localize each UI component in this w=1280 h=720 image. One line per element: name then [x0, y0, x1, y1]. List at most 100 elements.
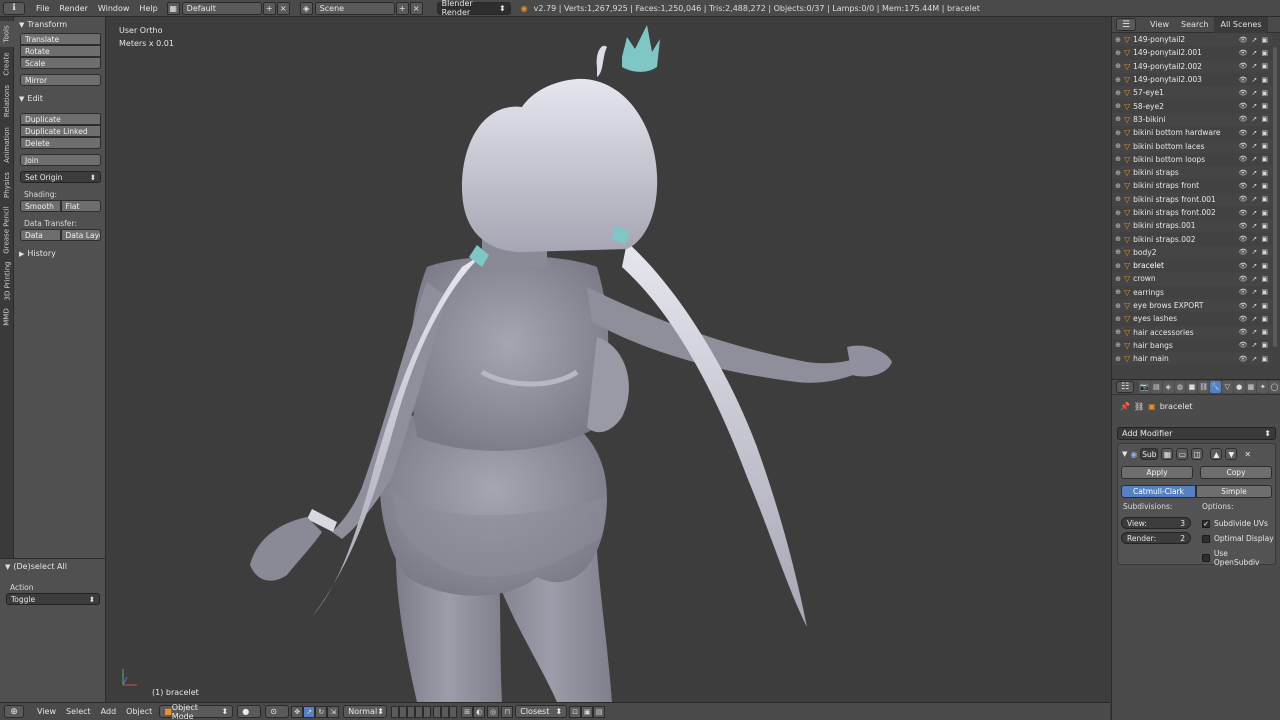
- expand-plus-icon[interactable]: ⊕: [1112, 115, 1124, 123]
- outliner-row[interactable]: ⊕ ▽ eyes lashes 👁 ➚ ▣: [1112, 312, 1272, 325]
- render-engine-select[interactable]: Blender Render ⬍: [436, 0, 511, 17]
- expand-plus-icon[interactable]: ⊕: [1112, 328, 1124, 336]
- outliner-scrollbar[interactable]: [1273, 47, 1277, 347]
- cursor-icon[interactable]: ➚: [1252, 76, 1258, 84]
- expand-plus-icon[interactable]: ⊕: [1112, 248, 1124, 256]
- eye-icon[interactable]: 👁: [1239, 169, 1248, 177]
- cursor-icon[interactable]: ➚: [1252, 195, 1258, 203]
- eye-icon[interactable]: 👁: [1239, 195, 1248, 203]
- outliner-item-name[interactable]: 149-ponytail2.001: [1133, 48, 1238, 57]
- layer-button[interactable]: [441, 705, 450, 718]
- expand-plus-icon[interactable]: ⊕: [1112, 195, 1124, 203]
- cursor-icon[interactable]: ➚: [1252, 182, 1258, 190]
- outliner-item-name[interactable]: 149-ponytail2: [1133, 35, 1238, 44]
- history-panel-header[interactable]: ▶ History: [14, 247, 105, 260]
- eye-icon[interactable]: 👁: [1239, 49, 1248, 57]
- render-tab[interactable]: 📷: [1139, 381, 1151, 393]
- expand-plus-icon[interactable]: ⊕: [1112, 222, 1124, 230]
- opengl-anim-icon[interactable]: ▤: [593, 705, 606, 718]
- outliner-row[interactable]: ⊕ ▽ 149-ponytail2.001 👁 ➚ ▣: [1112, 46, 1272, 59]
- 3d-viewport[interactable]: User Ortho Meters x 0.01 (1) bracelet: [107, 17, 1110, 702]
- expand-plus-icon[interactable]: ⊕: [1112, 302, 1124, 310]
- editor-type-button[interactable]: ☷: [1116, 381, 1135, 393]
- eye-icon[interactable]: 👁: [1239, 76, 1248, 84]
- rotate-button[interactable]: Rotate: [20, 45, 101, 57]
- cursor-icon[interactable]: ➚: [1252, 62, 1258, 70]
- eye-icon[interactable]: 👁: [1239, 142, 1248, 150]
- data-tab[interactable]: ▽: [1221, 381, 1233, 393]
- object-tab[interactable]: ■: [1186, 381, 1198, 393]
- outliner-row[interactable]: ⊕ ▽ bikini straps.002 👁 ➚ ▣: [1112, 232, 1272, 245]
- cursor-icon[interactable]: ➚: [1252, 102, 1258, 110]
- layer-button[interactable]: [423, 705, 432, 718]
- snap-toggle-icon[interactable]: ⊓: [501, 705, 514, 718]
- display-mode-select[interactable]: All Scenes: [1214, 16, 1268, 33]
- rotate-manipulator[interactable]: ↻: [315, 705, 328, 718]
- outliner-item-name[interactable]: 149-ponytail2.002: [1133, 62, 1238, 71]
- apply-button[interactable]: Apply: [1121, 466, 1193, 479]
- operator-panel-header[interactable]: ▼ (De)select All: [0, 560, 105, 573]
- texture-tab[interactable]: ▦: [1245, 381, 1257, 393]
- outliner-item-name[interactable]: bikini straps.002: [1133, 235, 1238, 244]
- scale-manipulator[interactable]: ⇲: [327, 705, 340, 718]
- cursor-icon[interactable]: ➚: [1252, 288, 1258, 296]
- cursor-icon[interactable]: ➚: [1252, 142, 1258, 150]
- layer-button[interactable]: [399, 705, 408, 718]
- edit-panel-header[interactable]: ▼ Edit: [14, 92, 105, 105]
- checkbox[interactable]: [1202, 554, 1210, 562]
- eye-icon[interactable]: 👁: [1239, 288, 1248, 296]
- menu-view[interactable]: View: [1144, 17, 1175, 33]
- character-model[interactable]: [107, 17, 1110, 702]
- physics-tab[interactable]: ◯: [1269, 381, 1280, 393]
- checkbox[interactable]: ✓: [1202, 519, 1210, 528]
- expand-plus-icon[interactable]: ⊕: [1112, 76, 1124, 84]
- camera-icon[interactable]: ▣: [1261, 288, 1268, 296]
- outliner-row[interactable]: ⊕ ▽ 58-eye2 👁 ➚ ▣: [1112, 99, 1272, 112]
- outliner-item-name[interactable]: bikini straps: [1133, 168, 1238, 177]
- copy-button[interactable]: Copy: [1200, 466, 1272, 479]
- menu-window[interactable]: Window: [93, 2, 135, 15]
- cursor-icon[interactable]: ➚: [1252, 341, 1258, 349]
- catmull-clark-button[interactable]: Catmull-Clark: [1121, 485, 1196, 498]
- outliner-row[interactable]: ⊕ ▽ eye brows EXPORT 👁 ➚ ▣: [1112, 298, 1272, 313]
- cursor-icon[interactable]: ➚: [1252, 115, 1258, 123]
- optimal-display-checkbox[interactable]: Optimal Display: [1202, 534, 1274, 543]
- cursor-icon[interactable]: ➚: [1252, 129, 1258, 137]
- eye-icon[interactable]: 👁: [1239, 62, 1248, 70]
- outliner-item-name[interactable]: hair bangs: [1133, 341, 1238, 350]
- outliner-row[interactable]: ⊕ ▽ hair bangs 👁 ➚ ▣: [1112, 339, 1272, 352]
- expand-plus-icon[interactable]: ⊕: [1112, 315, 1124, 323]
- manipulator-toggle[interactable]: ✥: [291, 705, 304, 718]
- eye-icon[interactable]: 👁: [1239, 36, 1248, 44]
- camera-icon[interactable]: ▣: [1261, 142, 1268, 150]
- viewport-toggle[interactable]: ▭: [1176, 448, 1189, 460]
- camera-icon[interactable]: ▣: [1261, 275, 1268, 283]
- camera-icon[interactable]: ▣: [1261, 235, 1268, 243]
- outliner-item-name[interactable]: bikini bottom loops: [1133, 155, 1238, 164]
- outliner-item-name[interactable]: earrings: [1133, 288, 1238, 297]
- outliner-item-name[interactable]: body2: [1133, 248, 1238, 257]
- outliner-item-name[interactable]: hair accessories: [1133, 328, 1238, 337]
- layout-add-button[interactable]: +: [262, 1, 276, 15]
- pivot-select[interactable]: ⊙: [265, 705, 290, 718]
- outliner-row[interactable]: ⊕ ▽ earrings 👁 ➚ ▣: [1112, 286, 1272, 299]
- modifier-name-field[interactable]: Sub: [1140, 448, 1159, 460]
- mirror-button[interactable]: Mirror: [20, 74, 101, 86]
- outliner-row[interactable]: ⊕ ▽ crown 👁 ➚ ▣: [1112, 272, 1272, 286]
- transform-panel-header[interactable]: ▼ Transform: [14, 18, 105, 31]
- tab-mmd[interactable]: MMD: [0, 305, 14, 329]
- cursor-icon[interactable]: ➚: [1252, 248, 1258, 256]
- checkbox[interactable]: [1202, 534, 1210, 543]
- scene-add-button[interactable]: +: [395, 1, 409, 15]
- outliner-row[interactable]: ⊕ ▽ bracelet 👁 ➚ ▣: [1112, 259, 1272, 272]
- eye-icon[interactable]: 👁: [1239, 341, 1248, 349]
- outliner-item-name[interactable]: crown: [1133, 274, 1238, 283]
- edit-mode-toggle[interactable]: ▦: [1161, 448, 1174, 460]
- eye-icon[interactable]: 👁: [1239, 182, 1248, 190]
- expand-plus-icon[interactable]: ⊕: [1112, 49, 1124, 57]
- snap-target-select[interactable]: Closest ⬍: [515, 705, 568, 718]
- outliner-row[interactable]: ⊕ ▽ bikini bottom laces 👁 ➚ ▣: [1112, 139, 1272, 153]
- camera-icon[interactable]: ▣: [1261, 76, 1268, 84]
- tab-3d-printing[interactable]: 3D Printing: [0, 259, 14, 303]
- outliner-row[interactable]: ⊕ ▽ bikini straps 👁 ➚ ▣: [1112, 165, 1272, 180]
